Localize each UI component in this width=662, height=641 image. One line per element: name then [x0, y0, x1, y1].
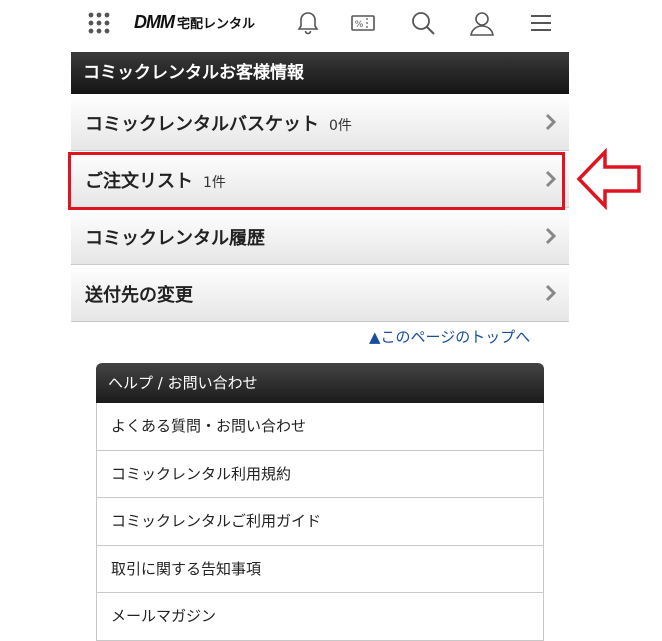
user-icon[interactable]: [469, 10, 495, 36]
help-item-notices[interactable]: 取引に関する告知事項: [97, 545, 543, 593]
menu-item-count: 0件: [329, 118, 352, 134]
menu-item-history[interactable]: コミックレンタル履歴: [71, 208, 569, 265]
help-panel-title: ヘルプ / お問い合わせ: [96, 363, 544, 403]
customer-info-title: コミックレンタルお客様情報: [71, 52, 569, 94]
chevron-right-icon: [545, 227, 557, 245]
coupon-glyph: %: [355, 20, 364, 30]
chevron-right-icon: [545, 284, 557, 302]
menu-item-label: コミックレンタル履歴: [85, 228, 265, 249]
chevron-right-icon: [545, 170, 557, 188]
coupon-icon[interactable]: %: [350, 10, 376, 36]
help-item-faq[interactable]: よくある質問・お問い合わせ: [97, 403, 543, 451]
menu-item-order-list[interactable]: ご注文リスト 1件: [71, 151, 569, 208]
menu-item-basket[interactable]: コミックレンタルバスケット 0件: [71, 94, 569, 151]
menu-item-shipping-address[interactable]: 送付先の変更: [71, 265, 569, 322]
search-icon[interactable]: [410, 10, 436, 36]
help-item-terms[interactable]: コミックレンタル利用規約: [97, 450, 543, 498]
menu-icon[interactable]: [528, 10, 554, 36]
pointer-arrow-icon: [576, 148, 641, 210]
grid-icon[interactable]: [88, 12, 110, 34]
help-item-guide[interactable]: コミックレンタルご利用ガイド: [97, 498, 543, 546]
customer-menu: コミックレンタルバスケット 0件 ご注文リスト 1件 コミックレンタル履歴 送付先の…: [71, 94, 569, 322]
help-list: よくある質問・お問い合わせ コミックレンタル利用規約 コミックレンタルご利用ガイ…: [96, 403, 544, 641]
help-item-newsletter[interactable]: メールマガジン: [97, 593, 543, 641]
site-logo[interactable]: DMM 宅配レンタル: [134, 12, 255, 34]
bell-icon[interactable]: [295, 10, 321, 36]
menu-item-label: ご注文リスト 1件: [85, 171, 226, 192]
menu-item-label: コミックレンタルバスケット 0件: [85, 114, 352, 135]
chevron-right-icon: [545, 113, 557, 131]
logo-text: 宅配レンタル: [177, 17, 256, 32]
site-header: DMM 宅配レンタル %: [0, 0, 662, 48]
logo-mark: DMM: [134, 12, 175, 32]
menu-item-label: 送付先の変更: [85, 285, 193, 306]
menu-item-count: 1件: [203, 175, 226, 191]
page-top-link[interactable]: ▲このページのトップへ: [369, 326, 530, 347]
